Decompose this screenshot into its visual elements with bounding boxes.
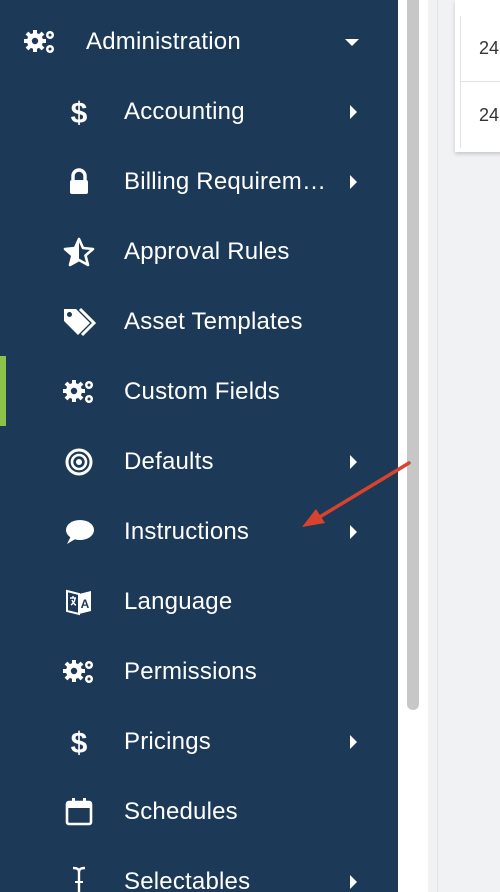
sidebar-item-pricings[interactable]: $ Pricings	[0, 707, 398, 777]
language-icon: A	[61, 584, 97, 620]
sidebar-item-label: Instructions	[124, 518, 250, 545]
sidebar-item-schedules[interactable]: Schedules	[0, 777, 398, 847]
sidebar-item-label: Asset Templates	[124, 308, 303, 335]
text-cursor-icon	[61, 864, 97, 892]
caret-right-icon	[346, 175, 360, 189]
comment-icon	[61, 514, 97, 550]
sidebar-item-label: Selectables	[124, 868, 251, 892]
caret-right-icon	[346, 105, 360, 119]
caret-right-icon	[346, 525, 360, 539]
sidebar-item-selectables[interactable]: Selectables	[0, 847, 398, 892]
sidebar-item-custom-fields[interactable]: Custom Fields	[0, 357, 398, 427]
sidebar-header-label: Administration	[86, 28, 241, 55]
table-cell: 24	[460, 82, 500, 148]
sidebar-item-label: Billing Requirem…	[124, 168, 327, 195]
sidebar-item-label: Permissions	[124, 658, 257, 685]
sidebar-item-label: Defaults	[124, 448, 214, 475]
sidebar-item-defaults[interactable]: Defaults	[0, 427, 398, 497]
svg-text:A: A	[81, 597, 90, 611]
sidebar-item-label: Language	[124, 588, 233, 615]
dollar-icon: $	[61, 724, 97, 760]
sidebar-item-label: Accounting	[124, 98, 245, 125]
star-half-icon	[61, 234, 97, 270]
sidebar-scrollbar-thumb[interactable]	[407, 0, 419, 710]
sidebar-item-instructions[interactable]: Instructions	[0, 497, 398, 567]
caret-right-icon	[346, 735, 360, 749]
data-table: 24 24	[455, 0, 500, 152]
sidebar-item-accounting[interactable]: $ Accounting	[0, 77, 398, 147]
sidebar-item-label: Custom Fields	[124, 378, 280, 405]
content-divider	[437, 0, 438, 892]
caret-right-icon	[346, 455, 360, 469]
sidebar-item-label: Pricings	[124, 728, 211, 755]
sidebar-item-label: Approval Rules	[124, 238, 290, 265]
dollar-icon: $	[61, 94, 97, 130]
caret-right-icon	[346, 875, 360, 889]
admin-sidebar: Administration $ Accounting Billing Requ…	[0, 0, 398, 892]
svg-text:$: $	[71, 97, 88, 128]
gears-icon	[61, 654, 97, 690]
sidebar-scrollbar-track[interactable]	[398, 0, 428, 892]
sidebar-item-approval-rules[interactable]: Approval Rules	[0, 217, 398, 287]
bullseye-icon	[61, 444, 97, 480]
sidebar-item-billing-requirements[interactable]: Billing Requirem…	[0, 147, 398, 217]
calendar-icon	[61, 794, 97, 830]
gears-icon	[22, 24, 58, 60]
tags-icon	[61, 304, 97, 340]
sidebar-item-permissions[interactable]: Permissions	[0, 637, 398, 707]
sidebar-item-asset-templates[interactable]: Asset Templates	[0, 287, 398, 357]
sidebar-item-label: Schedules	[124, 798, 238, 825]
svg-text:$: $	[71, 727, 88, 758]
lock-icon	[61, 164, 97, 200]
table-cell: 24	[460, 16, 500, 82]
sidebar-item-language[interactable]: A Language	[0, 567, 398, 637]
gears-icon	[61, 374, 97, 410]
sidebar-header-administration[interactable]: Administration	[0, 7, 398, 77]
caret-down-icon	[345, 35, 359, 49]
